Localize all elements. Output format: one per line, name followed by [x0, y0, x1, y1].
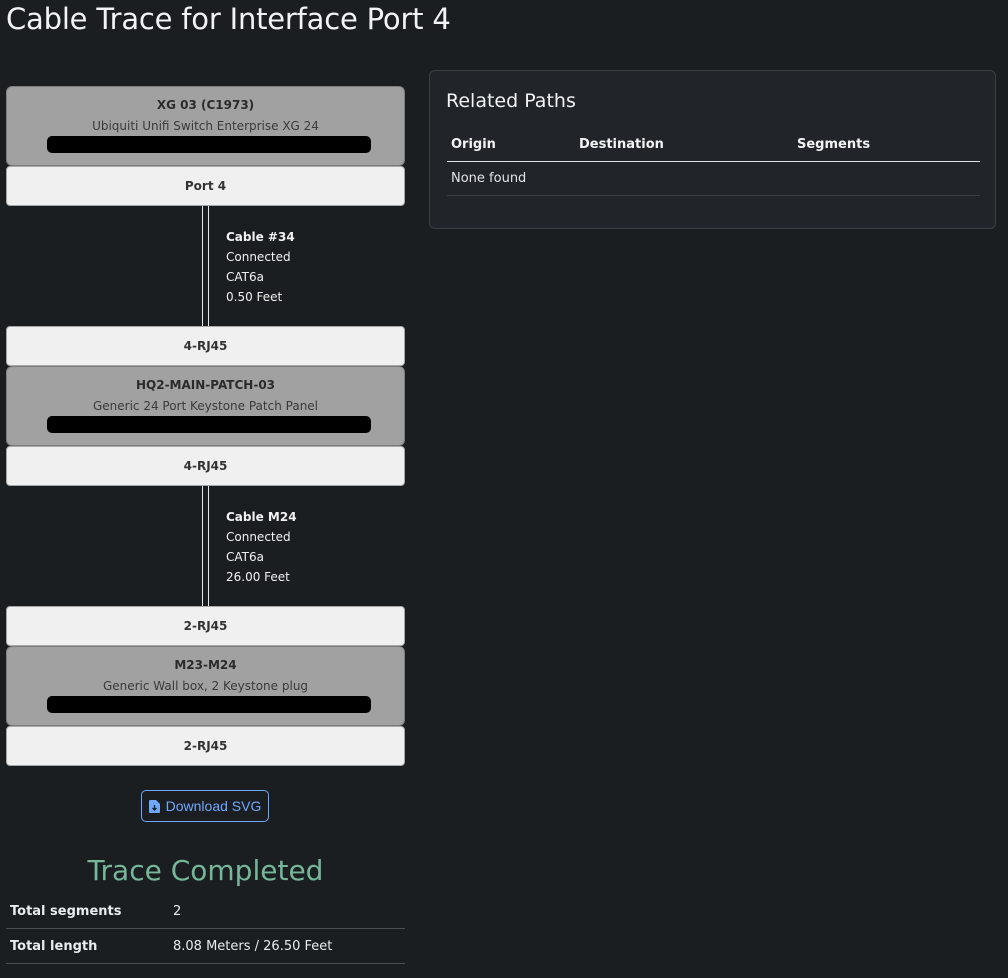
- column-header-segments: Segments: [793, 127, 980, 162]
- device-name[interactable]: XG 03 (C1973): [7, 98, 404, 112]
- summary-value: 2: [169, 894, 405, 929]
- termination-port[interactable]: Port 4: [6, 166, 405, 206]
- redacted-bar: [47, 136, 371, 153]
- table-row: None found: [447, 161, 980, 196]
- termination-port[interactable]: 2-RJ45: [6, 726, 405, 766]
- file-download-icon: [148, 799, 160, 813]
- trace-summary-table: Total segments 2 Total length 8.08 Meter…: [6, 894, 405, 964]
- cable-name[interactable]: Cable #34: [226, 227, 295, 247]
- column-header-destination: Destination: [575, 127, 793, 162]
- cable-status: Connected: [226, 250, 291, 264]
- device-type: Generic 24 Port Keystone Patch Panel: [92, 399, 319, 413]
- page-title: Cable Trace for Interface Port 4: [6, 2, 451, 36]
- cable-line: [208, 206, 209, 326]
- cable-length: 0.50 Feet: [226, 290, 283, 304]
- device-type: Generic Wall box, 2 Keystone plug: [102, 679, 309, 693]
- termination-port[interactable]: 4-RJ45: [6, 446, 405, 486]
- device-name[interactable]: HQ2-MAIN-PATCH-03: [7, 378, 404, 392]
- related-paths-table: Origin Destination Segments None found: [447, 127, 980, 196]
- device-box[interactable]: HQ2-MAIN-PATCH-03 Generic 24 Port Keysto…: [6, 366, 405, 446]
- cable-type: CAT6a: [226, 270, 264, 284]
- related-paths-card: Related Paths Origin Destination Segment…: [429, 70, 996, 229]
- cable-line: [202, 486, 203, 606]
- cable-status: Connected: [226, 530, 291, 544]
- cable-type: CAT6a: [226, 550, 264, 564]
- download-svg-label: Download SVG: [165, 798, 262, 814]
- summary-label: Total length: [6, 928, 169, 964]
- empty-message: None found: [447, 161, 980, 196]
- device-type: Ubiquiti Unifi Switch Enterprise XG 24: [92, 119, 319, 133]
- table-row: Total length 8.08 Meters / 26.50 Feet: [6, 928, 405, 964]
- redacted-bar: [47, 696, 371, 713]
- download-svg-button[interactable]: Download SVG: [141, 790, 269, 822]
- column-header-origin: Origin: [447, 127, 575, 162]
- cable-trace-diagram: XG 03 (C1973) Ubiquiti Unifi Switch Ente…: [6, 86, 405, 766]
- device-name[interactable]: M23-M24: [7, 658, 404, 672]
- termination-port[interactable]: 4-RJ45: [6, 326, 405, 366]
- cable-info: Cable #34 Connected CAT6a 0.50 Feet: [226, 227, 295, 307]
- related-paths-title: Related Paths: [446, 90, 576, 112]
- cable-length: 26.00 Feet: [226, 570, 290, 584]
- summary-label: Total segments: [6, 894, 169, 929]
- cable-line: [202, 206, 203, 326]
- summary-value: 8.08 Meters / 26.50 Feet: [169, 928, 405, 964]
- device-box[interactable]: XG 03 (C1973) Ubiquiti Unifi Switch Ente…: [6, 86, 405, 166]
- cable-info: Cable M24 Connected CAT6a 26.00 Feet: [226, 507, 297, 587]
- cable-segment[interactable]: Cable M24 Connected CAT6a 26.00 Feet: [6, 486, 405, 606]
- cable-line: [208, 486, 209, 606]
- device-box[interactable]: M23-M24 Generic Wall box, 2 Keystone plu…: [6, 646, 405, 726]
- cable-segment[interactable]: Cable #34 Connected CAT6a 0.50 Feet: [6, 206, 405, 326]
- table-row: Total segments 2: [6, 894, 405, 929]
- termination-port[interactable]: 2-RJ45: [6, 606, 405, 646]
- redacted-bar: [47, 416, 371, 433]
- cable-name[interactable]: Cable M24: [226, 507, 297, 527]
- table-header-row: Origin Destination Segments: [447, 127, 980, 162]
- trace-status-heading: Trace Completed: [87, 854, 324, 887]
